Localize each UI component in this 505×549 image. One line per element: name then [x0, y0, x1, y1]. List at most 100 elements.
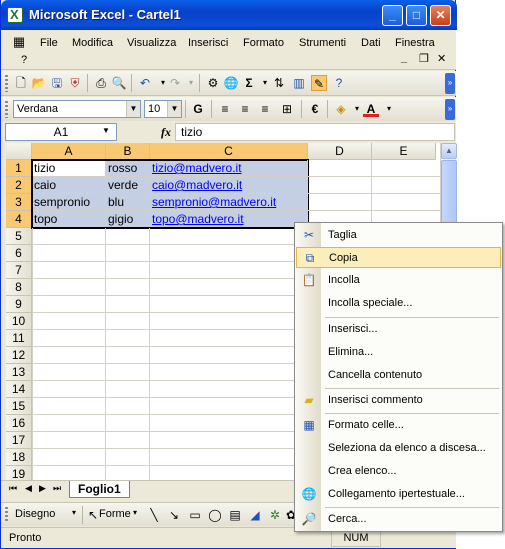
menu-visualizza[interactable]: Visualizza	[127, 37, 176, 49]
oval-icon[interactable]: ◯	[207, 507, 223, 523]
last-sheet-icon[interactable]: ⏭	[53, 483, 61, 494]
column-header-b[interactable]: B	[106, 143, 150, 160]
next-sheet-icon[interactable]: ▶	[39, 483, 46, 494]
context-menu-item-incolla[interactable]: 📋 Incolla	[296, 270, 501, 291]
toolbar-options-chevron[interactable]: »	[445, 99, 455, 120]
context-menu-item-taglia[interactable]: ✂ Taglia	[296, 225, 501, 246]
column-header-c[interactable]: C	[150, 143, 308, 160]
chart-wizard-icon[interactable]: ▥	[291, 75, 307, 91]
context-menu-item-elimina[interactable]: Elimina...	[296, 342, 501, 363]
context-menu-item-inserisci-commento[interactable]: ▰ Inserisci commento	[296, 390, 501, 411]
chevron-down-icon[interactable]: ▼	[102, 126, 110, 135]
context-menu-item-copia[interactable]: ⧉ Copia	[296, 247, 501, 268]
align-right-icon[interactable]: ≡	[257, 101, 273, 117]
cell-c2[interactable]: caio@madvero.it	[150, 177, 308, 194]
context-menu-item-collegamento[interactable]: 🌐 Collegamento ipertestuale...	[296, 484, 501, 505]
help-icon[interactable]: ?	[331, 75, 347, 91]
doc-close-button[interactable]: ✕	[437, 52, 446, 65]
cell-a1[interactable]: tizio	[32, 160, 106, 177]
menu-dati[interactable]: Dati	[361, 37, 381, 49]
menu-file[interactable]: File	[40, 37, 58, 49]
column-header-d[interactable]: D	[308, 143, 372, 160]
row-header[interactable]: 10	[6, 313, 32, 330]
row-header[interactable]: 11	[6, 330, 32, 347]
cell-b1[interactable]: rosso	[106, 160, 150, 177]
row-header[interactable]: 16	[6, 415, 32, 432]
permission-icon[interactable]: ⛨	[67, 75, 83, 91]
line-icon[interactable]: ╲	[146, 507, 162, 523]
context-menu-item-seleziona-elenco[interactable]: Seleziona da elenco a discesa...	[296, 438, 501, 459]
menu-help[interactable]: ?	[21, 54, 27, 66]
research-icon[interactable]: ⚙	[205, 75, 221, 91]
chevron-down-icon[interactable]: ▼	[126, 101, 140, 117]
title-bar[interactable]: Microsoft Excel - Cartel1 _ □ ✕	[1, 0, 457, 30]
redo-dropdown-icon[interactable]: ▾	[183, 75, 199, 91]
toolbar-grip[interactable]	[5, 75, 8, 92]
menu-formato[interactable]: Formato	[243, 37, 284, 49]
row-header[interactable]: 5	[6, 228, 32, 245]
drawing-icon[interactable]: ✎	[311, 75, 327, 91]
column-header-e[interactable]: E	[372, 143, 436, 160]
autosum-icon[interactable]: Σ	[241, 75, 257, 91]
wordart-icon[interactable]: ◢	[247, 507, 263, 523]
tab-foglio1[interactable]: Foglio1	[69, 481, 130, 498]
row-header[interactable]: 13	[6, 364, 32, 381]
undo-icon[interactable]: ↶	[137, 75, 153, 91]
hyperlink-icon[interactable]: 🌐	[223, 75, 239, 91]
font-size-combo[interactable]: 10 ▼	[144, 100, 182, 118]
menu-inserisci[interactable]: Inserisci	[188, 37, 228, 49]
workbook-icon[interactable]: ▦	[11, 34, 27, 50]
name-box[interactable]: A1	[5, 123, 117, 141]
cell-c1[interactable]: tizio@madvero.it	[150, 160, 308, 177]
row-header[interactable]: 7	[6, 262, 32, 279]
row-header[interactable]: 19	[6, 466, 32, 480]
align-center-icon[interactable]: ≡	[237, 101, 253, 117]
doc-restore-button[interactable]: ❐	[419, 52, 429, 65]
maximize-button[interactable]: □	[406, 5, 427, 26]
row-header[interactable]: 8	[6, 279, 32, 296]
row-header[interactable]: 15	[6, 398, 32, 415]
cell-b4[interactable]: gigio	[106, 211, 150, 228]
context-menu-item-formato-celle[interactable]: ▦ Formato celle...	[296, 415, 501, 436]
cell-c4[interactable]: topo@madvero.it	[150, 211, 308, 228]
cell-a4[interactable]: topo	[32, 211, 106, 228]
doc-minimize-button[interactable]: _	[401, 52, 407, 64]
row-header[interactable]: 9	[6, 296, 32, 313]
menu-strumenti[interactable]: Strumenti	[299, 37, 346, 49]
menu-modifica[interactable]: Modifica	[72, 37, 113, 49]
minimize-button[interactable]: _	[382, 5, 403, 26]
font-color-icon[interactable]: A	[363, 101, 379, 117]
context-menu-item-inserisci[interactable]: Inserisci...	[296, 319, 501, 340]
open-icon[interactable]: 📂	[31, 75, 47, 91]
chevron-down-icon[interactable]: ▼	[167, 101, 181, 117]
cell-b3[interactable]: blu	[106, 194, 150, 211]
chevron-down-icon[interactable]: ▾	[72, 508, 76, 517]
toolbar-grip[interactable]	[5, 101, 8, 118]
row-header[interactable]: 18	[6, 449, 32, 466]
context-menu-item-incolla-speciale[interactable]: Incolla speciale...	[296, 293, 501, 314]
row-header[interactable]: 17	[6, 432, 32, 449]
rectangle-icon[interactable]: ▭	[187, 507, 203, 523]
menu-finestra[interactable]: Finestra	[395, 37, 435, 49]
context-menu-item-crea-elenco[interactable]: Crea elenco...	[296, 461, 501, 482]
insert-function-icon[interactable]: fx	[161, 125, 171, 140]
merge-center-icon[interactable]: ⊞	[279, 101, 295, 117]
row-header[interactable]: 12	[6, 347, 32, 364]
row-header[interactable]: 3	[6, 194, 32, 211]
cell-c3[interactable]: sempronio@madvero.it	[150, 194, 308, 211]
arrow-icon[interactable]: ↘	[166, 507, 182, 523]
diagram-icon[interactable]: ✲	[267, 507, 283, 523]
font-name-combo[interactable]: Verdana ▼	[13, 100, 141, 118]
row-header[interactable]: 14	[6, 381, 32, 398]
cell-a3[interactable]: sempronio	[32, 194, 106, 211]
sort-ascending-icon[interactable]: ⇅	[271, 75, 287, 91]
align-left-icon[interactable]: ≡	[217, 101, 233, 117]
print-icon[interactable]: ⎙	[93, 75, 109, 91]
currency-icon[interactable]: €	[307, 101, 323, 117]
column-header-a[interactable]: A	[32, 143, 106, 160]
excel-app-icon[interactable]	[7, 7, 23, 23]
save-icon[interactable]: 🖫	[49, 75, 65, 91]
row-header[interactable]: 1	[6, 160, 32, 177]
textbox-icon[interactable]: ▤	[227, 507, 243, 523]
bold-button[interactable]: G	[190, 101, 206, 117]
